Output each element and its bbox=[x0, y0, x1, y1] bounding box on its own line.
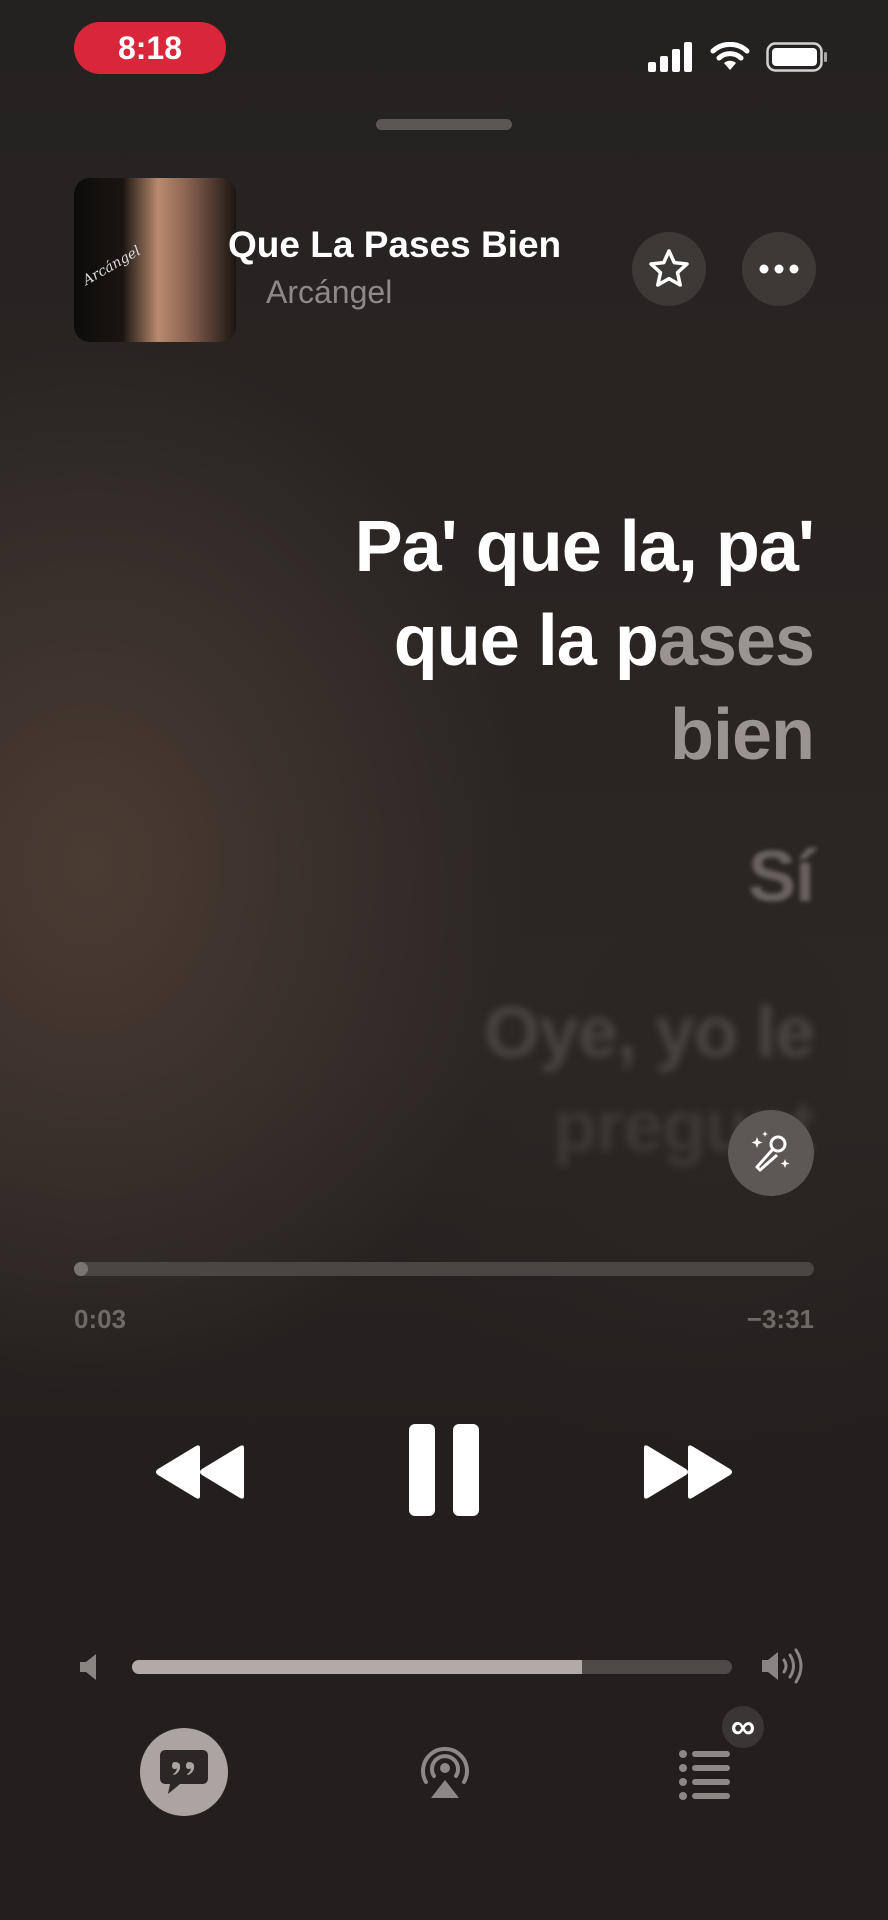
lyrics-quote-icon bbox=[160, 1750, 208, 1794]
album-artwork[interactable]: Arcángel bbox=[74, 178, 236, 342]
artwork-signature: Arcángel bbox=[80, 243, 144, 289]
fast-forward-icon bbox=[644, 1445, 732, 1499]
lyrics-toggle-button[interactable] bbox=[140, 1728, 228, 1816]
queue-button[interactable] bbox=[674, 1740, 736, 1802]
lyric-line-current-1[interactable]: Pa' que la, pa' bbox=[174, 500, 815, 594]
pause-icon bbox=[409, 1424, 479, 1516]
rewind-icon bbox=[156, 1445, 244, 1499]
lyric-line-current-3[interactable]: bien bbox=[174, 688, 815, 782]
cellular-icon bbox=[648, 42, 692, 72]
remaining-time: −3:31 bbox=[746, 1304, 814, 1334]
autoplay-infinity-badge[interactable]: ∞ bbox=[722, 1706, 764, 1748]
battery-icon bbox=[766, 42, 827, 72]
lyric-line-following-1[interactable]: Oye, yo le bbox=[174, 986, 815, 1080]
pause-button[interactable] bbox=[400, 1420, 488, 1520]
song-artist[interactable]: Arcángel bbox=[266, 274, 392, 311]
ellipsis-icon bbox=[759, 264, 799, 274]
wifi-icon bbox=[710, 42, 750, 70]
fast-forward-button[interactable] bbox=[636, 1432, 740, 1512]
song-title: Que La Pases Bien bbox=[228, 224, 562, 265]
elapsed-time: 0:03 bbox=[74, 1304, 127, 1334]
speaker-high-icon bbox=[762, 1648, 803, 1684]
rewind-button[interactable] bbox=[148, 1432, 252, 1512]
lyric-line-next[interactable]: Sí bbox=[174, 830, 815, 924]
speaker-low-icon bbox=[80, 1654, 96, 1680]
lyric-line-following-2[interactable]: pregunt bbox=[174, 1080, 815, 1174]
sheet-grabber[interactable] bbox=[376, 119, 512, 130]
queue-list-icon bbox=[679, 1750, 730, 1800]
airplay-icon bbox=[421, 1746, 469, 1798]
playback-progress-fill[interactable] bbox=[74, 1262, 88, 1276]
status-icons bbox=[648, 42, 828, 72]
sing-mic-icon bbox=[751, 1131, 790, 1172]
status-time: 8:18 bbox=[74, 22, 226, 74]
lyric-line-current-2[interactable]: que la pases bbox=[174, 594, 815, 688]
sing-button[interactable] bbox=[728, 1110, 814, 1196]
volume-slider-fill[interactable] bbox=[132, 1660, 582, 1674]
lyric-sung-part: que la p bbox=[393, 601, 659, 681]
lyric-unsung-part: ases bbox=[657, 601, 815, 681]
playback-progress-track[interactable] bbox=[74, 1262, 814, 1276]
favorite-button[interactable] bbox=[632, 232, 706, 306]
lyrics-view[interactable]: Pa' que la, pa' que la pases bien Sí Oye… bbox=[174, 500, 815, 1174]
star-icon bbox=[649, 249, 689, 287]
volume-max-button[interactable] bbox=[760, 1648, 808, 1689]
airplay-button[interactable] bbox=[414, 1740, 476, 1802]
more-button[interactable] bbox=[742, 232, 816, 306]
volume-min-button[interactable] bbox=[78, 1652, 102, 1687]
